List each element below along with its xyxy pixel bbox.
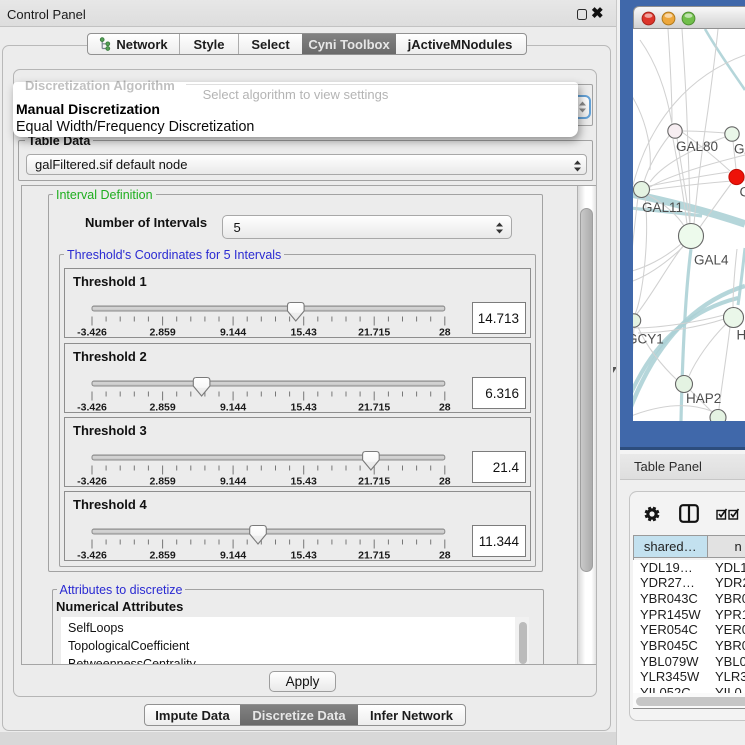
svg-text:28: 28 <box>439 475 451 487</box>
svg-text:HAP2: HAP2 <box>686 391 721 406</box>
svg-text:21.715: 21.715 <box>358 326 390 338</box>
svg-text:GA: GA <box>734 142 745 157</box>
svg-text:28: 28 <box>439 550 451 562</box>
svg-text:H: H <box>737 328 745 343</box>
svg-text:28: 28 <box>439 401 451 413</box>
svg-text:9.144: 9.144 <box>220 475 246 487</box>
svg-text:C: C <box>740 185 745 200</box>
svg-text:2.859: 2.859 <box>149 326 175 338</box>
svg-text:15.43: 15.43 <box>291 550 317 562</box>
svg-text:-3.426: -3.426 <box>77 475 107 487</box>
svg-text:-3.426: -3.426 <box>77 326 107 338</box>
svg-text:21.715: 21.715 <box>358 401 390 413</box>
svg-text:GAL80: GAL80 <box>676 139 718 154</box>
svg-text:-3.426: -3.426 <box>77 401 107 413</box>
svg-text:9.144: 9.144 <box>220 401 246 413</box>
svg-text:2.859: 2.859 <box>149 475 175 487</box>
svg-text:21.715: 21.715 <box>358 475 390 487</box>
svg-text:GCY1: GCY1 <box>633 332 664 347</box>
svg-text:15.43: 15.43 <box>291 401 317 413</box>
svg-text:28: 28 <box>439 326 451 338</box>
svg-text:9.144: 9.144 <box>220 550 246 562</box>
svg-text:21.715: 21.715 <box>358 550 390 562</box>
svg-text:15.43: 15.43 <box>291 475 317 487</box>
svg-text:15.43: 15.43 <box>291 326 317 338</box>
svg-text:-3.426: -3.426 <box>77 550 107 562</box>
svg-text:GAL11: GAL11 <box>642 200 683 215</box>
svg-text:9.144: 9.144 <box>220 326 246 338</box>
svg-text:GAL4: GAL4 <box>694 253 729 268</box>
svg-text:2.859: 2.859 <box>149 550 175 562</box>
svg-text:2.859: 2.859 <box>149 401 175 413</box>
